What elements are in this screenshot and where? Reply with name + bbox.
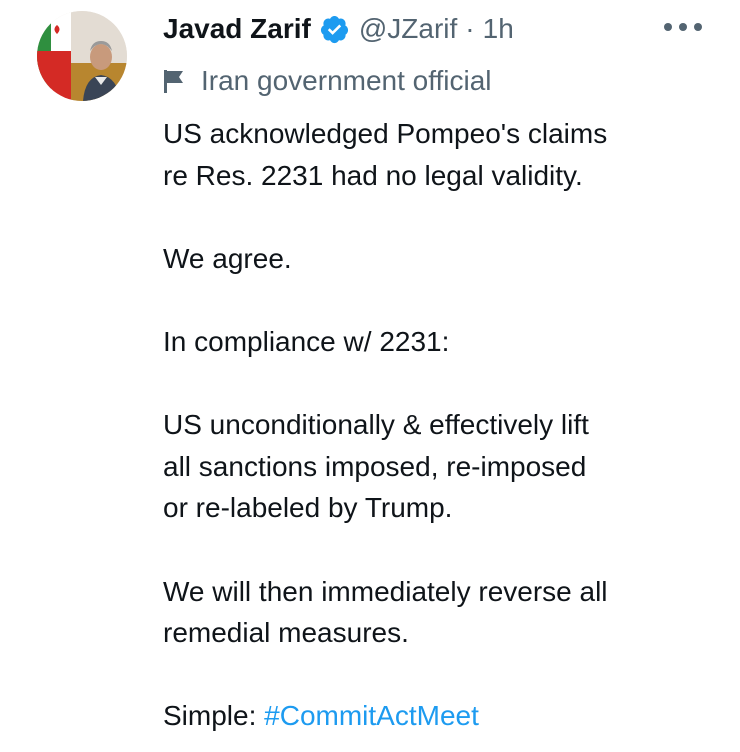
profile-photo-icon (37, 11, 127, 101)
tweet: Javad Zarif @JZarif · 1h Iran government… (0, 0, 740, 752)
tweet-paragraph: US acknowledged Pompeo's claims re Res. … (163, 113, 723, 196)
tweet-line: remedial measures. (163, 617, 409, 649)
tweet-paragraph: Simple: #CommitActMeet (163, 695, 723, 737)
more-options-icon[interactable] (661, 20, 705, 34)
tweet-line: all sanctions imposed, re-imposed (163, 450, 587, 482)
tweet-paragraph: US unconditionally & effectively lift al… (163, 404, 723, 529)
separator: · (465, 13, 475, 44)
hashtag-link[interactable]: #CommitActMeet (264, 700, 479, 731)
tweet-line: re Res. 2231 had no legal validity. (163, 159, 583, 191)
author-name[interactable]: Javad Zarif (163, 13, 311, 45)
tweet-line: In compliance w/ 2231: (163, 325, 450, 357)
tweet-paragraph: We agree. (163, 238, 723, 280)
tweet-line: We will then immediately reverse all (163, 575, 608, 607)
avatar[interactable] (37, 11, 127, 101)
author-handle[interactable]: @JZarif (359, 13, 457, 45)
account-label-text: Iran government official (201, 65, 492, 96)
tweet-line: US unconditionally & effectively lift (163, 409, 589, 441)
tweet-line: We agree. (163, 242, 292, 274)
verified-badge-icon (320, 15, 348, 43)
timestamp[interactable]: 1h (483, 13, 514, 45)
tweet-line: or re-labeled by Trump. (163, 492, 453, 524)
tweet-body: US acknowledged Pompeo's claims re Res. … (163, 113, 723, 737)
tweet-paragraph: In compliance w/ 2231: (163, 321, 723, 363)
tweet-line: Simple: (163, 700, 265, 732)
tweet-header: Javad Zarif @JZarif · 1h (163, 11, 514, 47)
flag-icon (164, 70, 183, 93)
account-label[interactable]: Iran government official (163, 63, 492, 99)
tweet-paragraph: We will then immediately reverse all rem… (163, 571, 723, 654)
tweet-line: US acknowledged Pompeo's claims (163, 118, 608, 149)
